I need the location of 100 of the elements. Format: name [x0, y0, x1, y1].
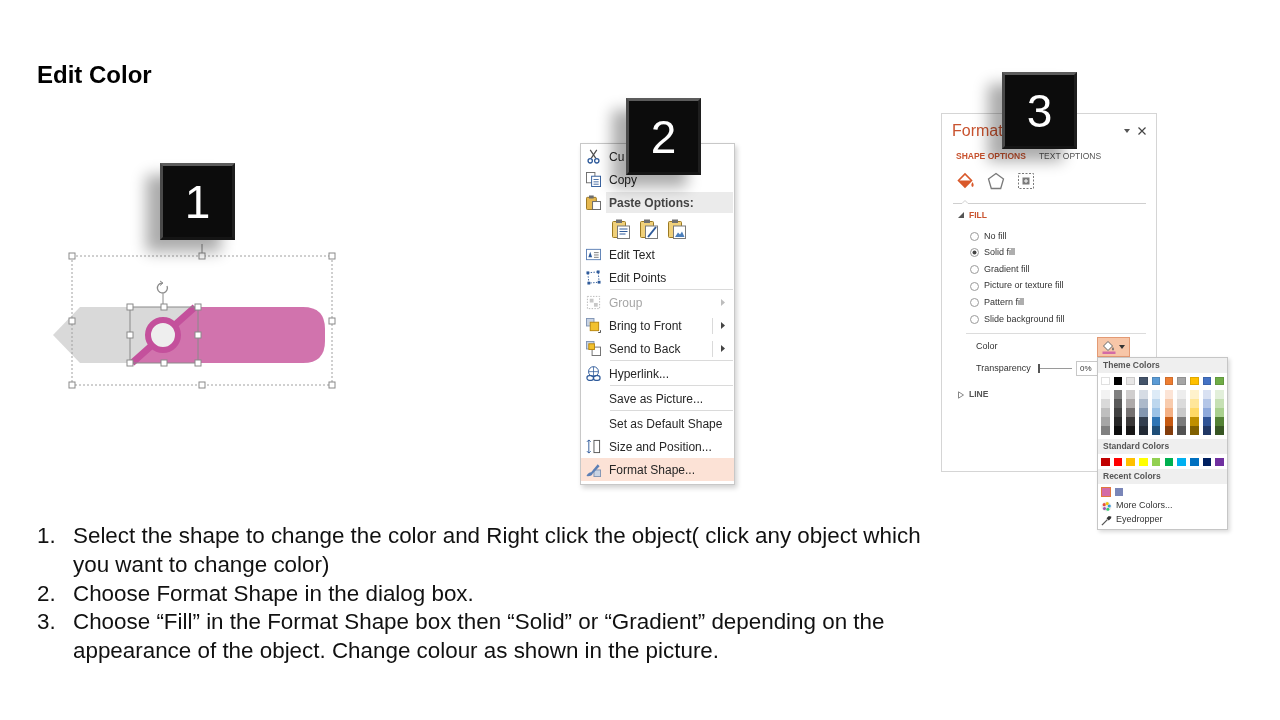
color-swatch-icon[interactable] [1215, 399, 1224, 408]
caret-down-icon[interactable] [1124, 129, 1130, 133]
color-swatch-icon[interactable] [1164, 377, 1174, 385]
menu-item[interactable]: Bring to Front [581, 314, 734, 337]
color-swatch-icon[interactable] [1151, 399, 1161, 408]
radio-button[interactable] [970, 265, 979, 274]
color-swatch-icon[interactable] [1151, 390, 1161, 399]
color-swatch-icon[interactable] [1126, 377, 1135, 385]
color-swatch-icon[interactable] [1126, 399, 1135, 408]
menu-item[interactable]: Save as Picture... [581, 387, 704, 410]
color-swatch-icon[interactable] [1177, 458, 1186, 466]
color-swatch-icon[interactable] [1101, 487, 1111, 497]
color-swatch-icon[interactable] [1139, 399, 1148, 408]
color-swatch-icon[interactable] [1113, 458, 1123, 466]
color-swatch-icon[interactable] [1101, 458, 1110, 466]
color-swatch-icon[interactable] [1202, 417, 1212, 426]
section-header[interactable]: FILL [958, 208, 987, 222]
color-swatch-icon[interactable] [1202, 390, 1212, 399]
menu-item[interactable]: Format Shape... [581, 458, 734, 481]
color-swatch-icon[interactable] [1139, 408, 1148, 417]
color-swatch-icon[interactable] [1190, 458, 1199, 466]
transparency-input[interactable]: 0% [1076, 361, 1098, 377]
paint-bucket-icon[interactable] [957, 172, 975, 190]
color-swatch-icon[interactable] [1177, 408, 1186, 417]
color-swatch-icon[interactable] [1126, 458, 1135, 466]
color-swatch-icon[interactable] [1190, 417, 1199, 426]
radio-button[interactable] [970, 281, 979, 291]
color-swatch-icon[interactable] [1190, 390, 1199, 399]
section-header[interactable]: LINE [958, 387, 989, 402]
option-label[interactable]: Slide background fill [984, 312, 1065, 326]
color-swatch-icon[interactable] [1139, 458, 1148, 466]
color-swatch-icon[interactable] [1101, 417, 1110, 426]
color-swatch-icon[interactable] [1164, 408, 1174, 417]
radio-button[interactable] [970, 231, 979, 241]
pane-tab[interactable]: TEXT OPTIONS [1038, 149, 1102, 163]
color-swatch-icon[interactable] [1126, 408, 1135, 417]
clipboard-brush-icon[interactable] [640, 218, 658, 239]
color-swatch-icon[interactable] [1139, 377, 1148, 385]
menu-item[interactable]: Edit Points [581, 266, 667, 289]
color-swatch-icon[interactable] [1139, 390, 1148, 399]
color-swatch-icon[interactable] [1126, 417, 1135, 426]
menu-item[interactable]: Size and Position... [581, 435, 712, 458]
color-swatch-icon[interactable] [1202, 377, 1212, 385]
color-swatch-icon[interactable] [1177, 417, 1186, 426]
color-swatch-icon[interactable] [1202, 458, 1212, 466]
color-swatch-icon[interactable] [1215, 426, 1224, 435]
color-swatch-icon[interactable] [1215, 417, 1224, 426]
color-swatch-icon[interactable] [1190, 399, 1199, 408]
color-swatch-icon[interactable] [1151, 417, 1161, 426]
fill-color-button[interactable] [1097, 336, 1130, 357]
size-properties-icon[interactable] [1017, 172, 1035, 190]
menu-item[interactable]: Cu [581, 145, 625, 168]
eyedropper-item[interactable]: Eyedropper [1116, 513, 1163, 527]
radio-button[interactable] [970, 298, 979, 308]
option-label[interactable]: Picture or texture fill [984, 279, 1064, 293]
option-label[interactable]: No fill [984, 229, 1007, 244]
color-swatch-icon[interactable] [1164, 417, 1174, 426]
color-swatch-icon[interactable] [1202, 408, 1212, 417]
color-swatch-icon[interactable] [1215, 390, 1224, 399]
color-swatch-icon[interactable] [1139, 426, 1148, 435]
color-swatch-icon[interactable] [1177, 426, 1186, 435]
color-swatch-icon[interactable] [1190, 408, 1199, 417]
color-swatch-icon[interactable] [1164, 458, 1174, 466]
color-swatch-icon[interactable] [1151, 426, 1161, 435]
menu-item[interactable]: Hyperlink... [581, 362, 670, 385]
color-swatch-icon[interactable] [1164, 390, 1174, 399]
color-swatch-icon[interactable] [1215, 408, 1224, 417]
color-swatch-icon[interactable] [1101, 399, 1110, 408]
menu-item[interactable]: Send to Back [581, 337, 734, 360]
color-swatch-icon[interactable] [1113, 390, 1123, 399]
option-label[interactable]: Pattern fill [984, 295, 1025, 310]
option-label[interactable]: Solid fill [984, 246, 1015, 260]
color-swatch-icon[interactable] [1101, 377, 1110, 385]
menu-item[interactable]: Set as Default Shape [581, 412, 723, 435]
color-swatch-icon[interactable] [1151, 377, 1161, 385]
color-swatch-icon[interactable] [1190, 377, 1199, 385]
pentagon-icon[interactable] [987, 172, 1005, 190]
color-swatch-icon[interactable] [1202, 399, 1212, 408]
color-swatch-icon[interactable] [1215, 377, 1224, 385]
color-swatch-icon[interactable] [1113, 399, 1123, 408]
clipboard-picture-icon[interactable] [668, 218, 686, 239]
color-swatch-icon[interactable] [1151, 458, 1161, 466]
color-swatch-icon[interactable] [1113, 377, 1123, 385]
color-swatch-icon[interactable] [1101, 426, 1110, 435]
transparency-slider[interactable] [1038, 364, 1072, 374]
clipboard-text-icon[interactable] [612, 218, 630, 239]
menu-item[interactable]: Edit Text [581, 243, 655, 266]
color-swatch-icon[interactable] [1113, 426, 1123, 435]
color-swatch-icon[interactable] [1164, 399, 1174, 408]
color-swatch-icon[interactable] [1202, 426, 1212, 435]
close-icon[interactable] [1138, 127, 1146, 135]
color-swatch-icon[interactable] [1177, 390, 1186, 399]
pane-tab[interactable]: SHAPE OPTIONS [956, 149, 1026, 163]
color-swatch-icon[interactable] [1151, 408, 1161, 417]
color-swatch-icon[interactable] [1113, 408, 1123, 417]
color-swatch-icon[interactable] [1177, 377, 1186, 385]
color-swatch-icon[interactable] [1177, 399, 1186, 408]
color-swatch-icon[interactable] [1126, 426, 1135, 435]
option-label[interactable]: Gradient fill [984, 262, 1030, 277]
radio-button[interactable] [970, 248, 979, 258]
